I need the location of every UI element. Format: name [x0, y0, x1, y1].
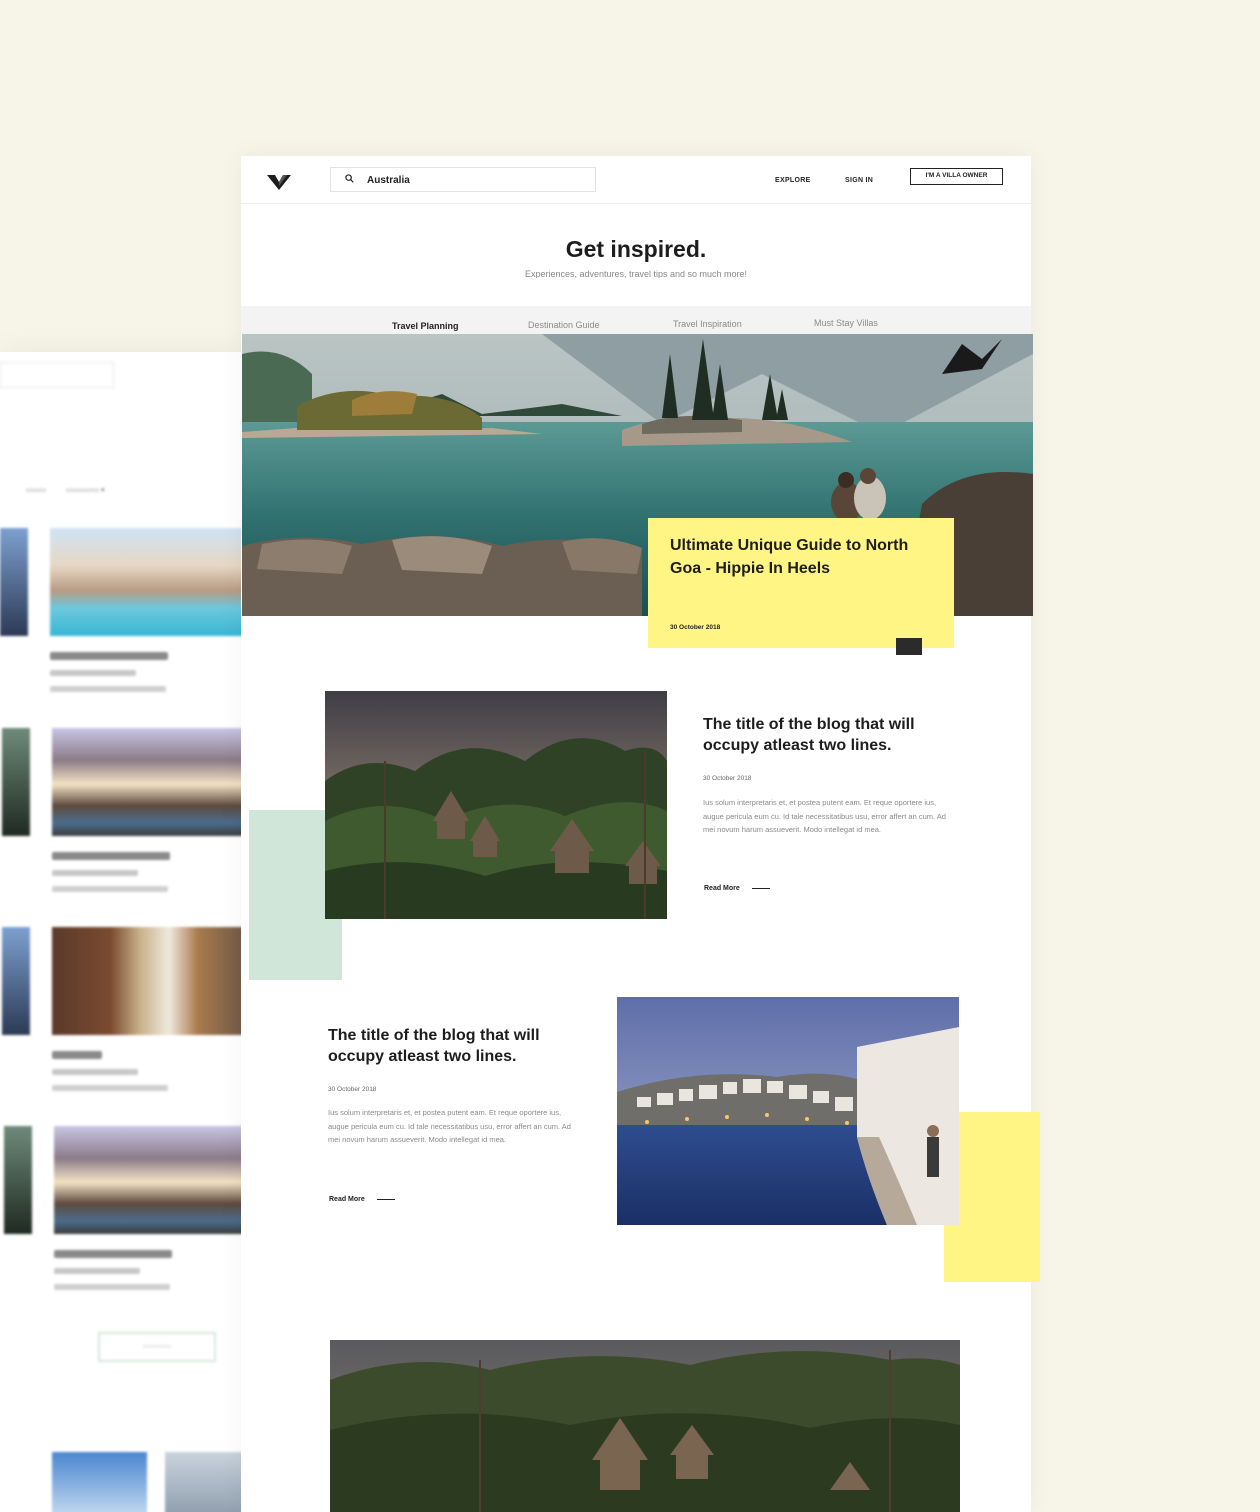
background-villa-image — [52, 1452, 147, 1512]
post-date: 30 October 2018 — [328, 1086, 377, 1093]
search-value: Australia — [367, 175, 410, 186]
post-excerpt: Ius solum interpretaris et, et postea pu… — [703, 798, 946, 834]
background-villa-image — [4, 1126, 32, 1234]
tab-travel-planning[interactable]: Travel Planning — [392, 321, 459, 331]
brand-logo-icon[interactable] — [266, 173, 292, 191]
page-subtitle: Experiences, adventures, travel tips and… — [524, 269, 748, 278]
nav-sign-in-link[interactable]: SIGN IN — [845, 177, 873, 184]
read-more-link[interactable]: Read More — [704, 885, 740, 892]
background-villa-price — [54, 1268, 140, 1274]
featured-post-title[interactable]: Ultimate Unique Guide to North Goa - Hip… — [670, 534, 940, 580]
background-villa-card — [2, 728, 247, 892]
jungle-treehouse-image — [325, 691, 667, 919]
background-villa-name — [52, 1051, 102, 1059]
featured-next-button[interactable] — [896, 638, 922, 655]
category-tabs — [241, 306, 1031, 334]
nav-explore-link[interactable]: EXPLORE — [775, 177, 811, 184]
post-image[interactable] — [325, 691, 667, 919]
background-villa-price — [52, 1069, 138, 1075]
search-icon — [345, 174, 354, 183]
background-villa-card — [2, 927, 247, 1091]
background-filter-chip: ▭▭▭ — [26, 487, 46, 494]
featured-post-date: 30 October 2018 — [670, 624, 721, 631]
featured-post-card[interactable]: Ultimate Unique Guide to North Goa - Hip… — [648, 518, 954, 648]
background-load-more-button: ▭▭▭▭▭ — [98, 1332, 216, 1362]
read-more-arrow-icon — [377, 1199, 395, 1201]
background-villa-meta — [50, 686, 166, 692]
background-villa-meta — [52, 886, 168, 892]
blog-page: Australia EXPLORE SIGN IN I'M A VILLA OW… — [241, 156, 1040, 1512]
background-villa-price — [50, 670, 136, 676]
tab-must-stay-villas[interactable]: Must Stay Villas — [814, 318, 878, 328]
page-title: Get inspired. — [565, 236, 707, 262]
top-navbar: Australia EXPLORE SIGN IN I'M A VILLA OW… — [241, 156, 1031, 204]
background-villa-name — [50, 652, 168, 660]
tab-travel-inspiration[interactable]: Travel Inspiration — [673, 319, 742, 329]
background-villa-meta — [54, 1284, 170, 1290]
background-villa-name — [52, 852, 170, 860]
background-villa-image — [165, 1452, 250, 1512]
tab-destination-guide[interactable]: Destination Guide — [528, 320, 600, 330]
read-more-arrow-icon — [752, 888, 770, 890]
background-listing-page: ▭▭▭ ▭▭▭▭▭ ▾ ▭▭▭▭▭ — [0, 352, 250, 1512]
background-villa-image — [50, 528, 245, 636]
background-filter-chip: ▭▭▭▭▭ ▾ — [66, 487, 105, 494]
jungle-treehouse-wide-image — [330, 1340, 960, 1512]
background-villa-image — [52, 728, 247, 836]
post-date: 30 October 2018 — [703, 775, 752, 782]
background-villa-image — [2, 728, 30, 836]
post-title[interactable]: The title of the blog that will occupy a… — [328, 1025, 578, 1067]
search-input[interactable]: Australia — [330, 167, 596, 192]
background-villa-card — [4, 1126, 249, 1290]
background-villa-card — [0, 528, 245, 692]
background-villa-name — [54, 1250, 172, 1258]
background-villa-meta — [52, 1085, 168, 1091]
harbour-town-image — [617, 997, 959, 1225]
background-villa-image — [52, 927, 247, 1035]
background-villa-image — [2, 927, 30, 1035]
post-image[interactable] — [330, 1340, 960, 1512]
post-title[interactable]: The title of the blog that will occupy a… — [703, 714, 953, 756]
background-villa-image — [0, 528, 28, 636]
read-more-link[interactable]: Read More — [329, 1196, 365, 1203]
background-villa-image — [54, 1126, 249, 1234]
background-search-box — [0, 362, 114, 388]
background-villa-price — [52, 870, 138, 876]
villa-owner-button[interactable]: I'M A VILLA OWNER — [910, 168, 1003, 185]
post-image[interactable] — [617, 997, 959, 1225]
post-excerpt: Ius solum interpretaris et, et postea pu… — [328, 1108, 571, 1144]
